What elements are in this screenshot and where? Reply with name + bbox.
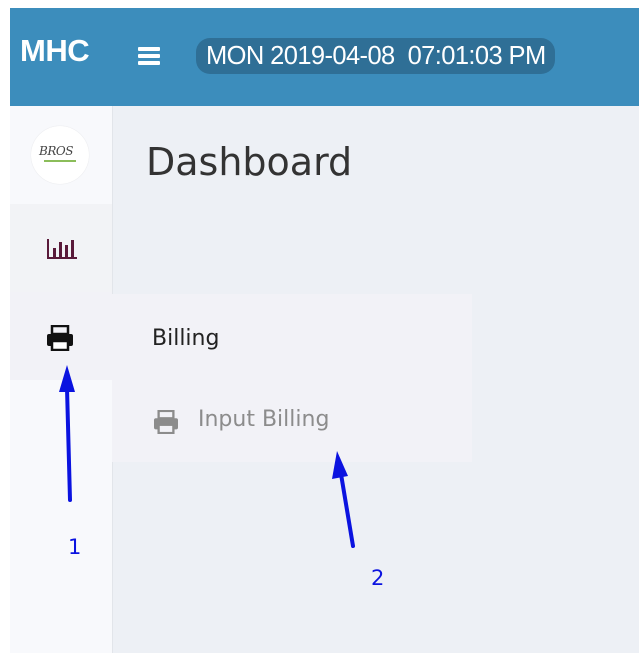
annotation-label-1: 1 <box>68 535 82 559</box>
printer-icon <box>154 410 178 434</box>
top-header: MHC MON 2019-04-08 07:01:03 PM <box>10 8 639 106</box>
app-window: MHC MON 2019-04-08 07:01:03 PM BROS Dash… <box>10 8 639 653</box>
logo-text: BROS <box>39 144 73 158</box>
brand-logo[interactable]: MHC <box>20 33 90 69</box>
hamburger-icon-bar <box>138 61 160 65</box>
flyout-header: Billing <box>152 326 220 351</box>
billing-flyout-menu: Billing Input Billing <box>112 294 472 462</box>
printer-icon <box>47 325 73 351</box>
sidebar: BROS <box>10 106 113 653</box>
menu-item-label: Input Billing <box>198 407 330 432</box>
sidebar-item-reports[interactable] <box>10 204 112 292</box>
logo-underline <box>44 160 76 162</box>
hamburger-icon <box>138 47 160 51</box>
sidebar-item-billing[interactable] <box>10 292 112 380</box>
menu-item-input-billing[interactable]: Input Billing <box>152 402 372 442</box>
company-logo: BROS <box>31 126 89 184</box>
hamburger-icon-bar <box>138 54 160 58</box>
bar-chart-icon <box>47 239 77 259</box>
page-title: Dashboard <box>146 140 353 184</box>
date-time-display: MON 2019-04-08 07:01:03 PM <box>196 38 555 74</box>
menu-toggle-button[interactable] <box>134 37 164 73</box>
annotation-label-2: 2 <box>371 566 385 590</box>
